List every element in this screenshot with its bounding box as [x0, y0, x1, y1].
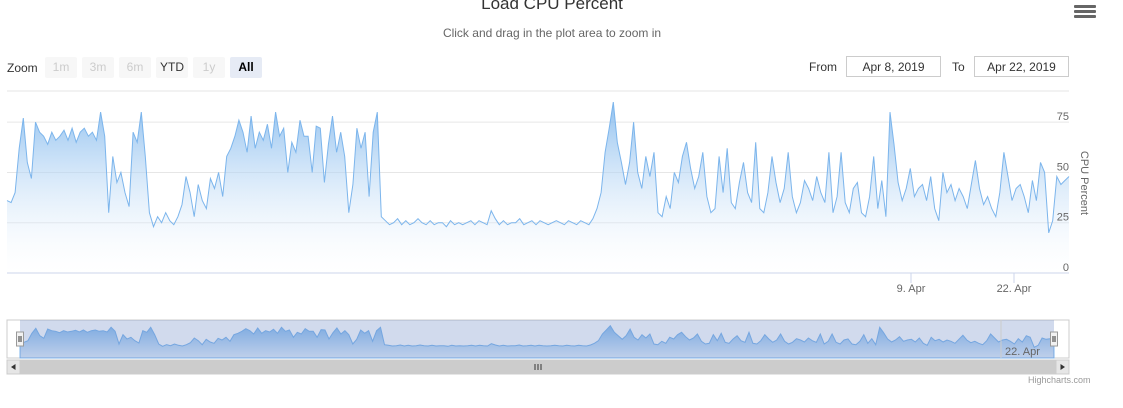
navigator-tick-label: 22. Apr: [1005, 346, 1040, 358]
navigator-mask[interactable]: [20, 320, 1054, 358]
chart-svg[interactable]: 0 25 50 75 9. Apr 22. Apr CPU Percent 22. Ap…: [0, 0, 1123, 408]
navigator-right-handle[interactable]: [1050, 331, 1058, 347]
y-tick-label: 25: [1057, 212, 1069, 224]
navigator-left-handle[interactable]: [16, 331, 24, 347]
x-tick-label: 22. Apr: [997, 283, 1032, 295]
y-tick-label: 75: [1057, 111, 1069, 123]
credits-link[interactable]: Highcharts.com: [1028, 375, 1091, 385]
x-axis-ticks: 9. Apr 22. Apr: [897, 273, 1032, 295]
y-tick-label: 0: [1063, 262, 1069, 274]
main-series-area: [7, 102, 1069, 273]
x-tick-label: 9. Apr: [897, 283, 926, 295]
y-axis-label: CPU Percent: [1078, 151, 1090, 215]
y-tick-label: 50: [1057, 161, 1069, 173]
